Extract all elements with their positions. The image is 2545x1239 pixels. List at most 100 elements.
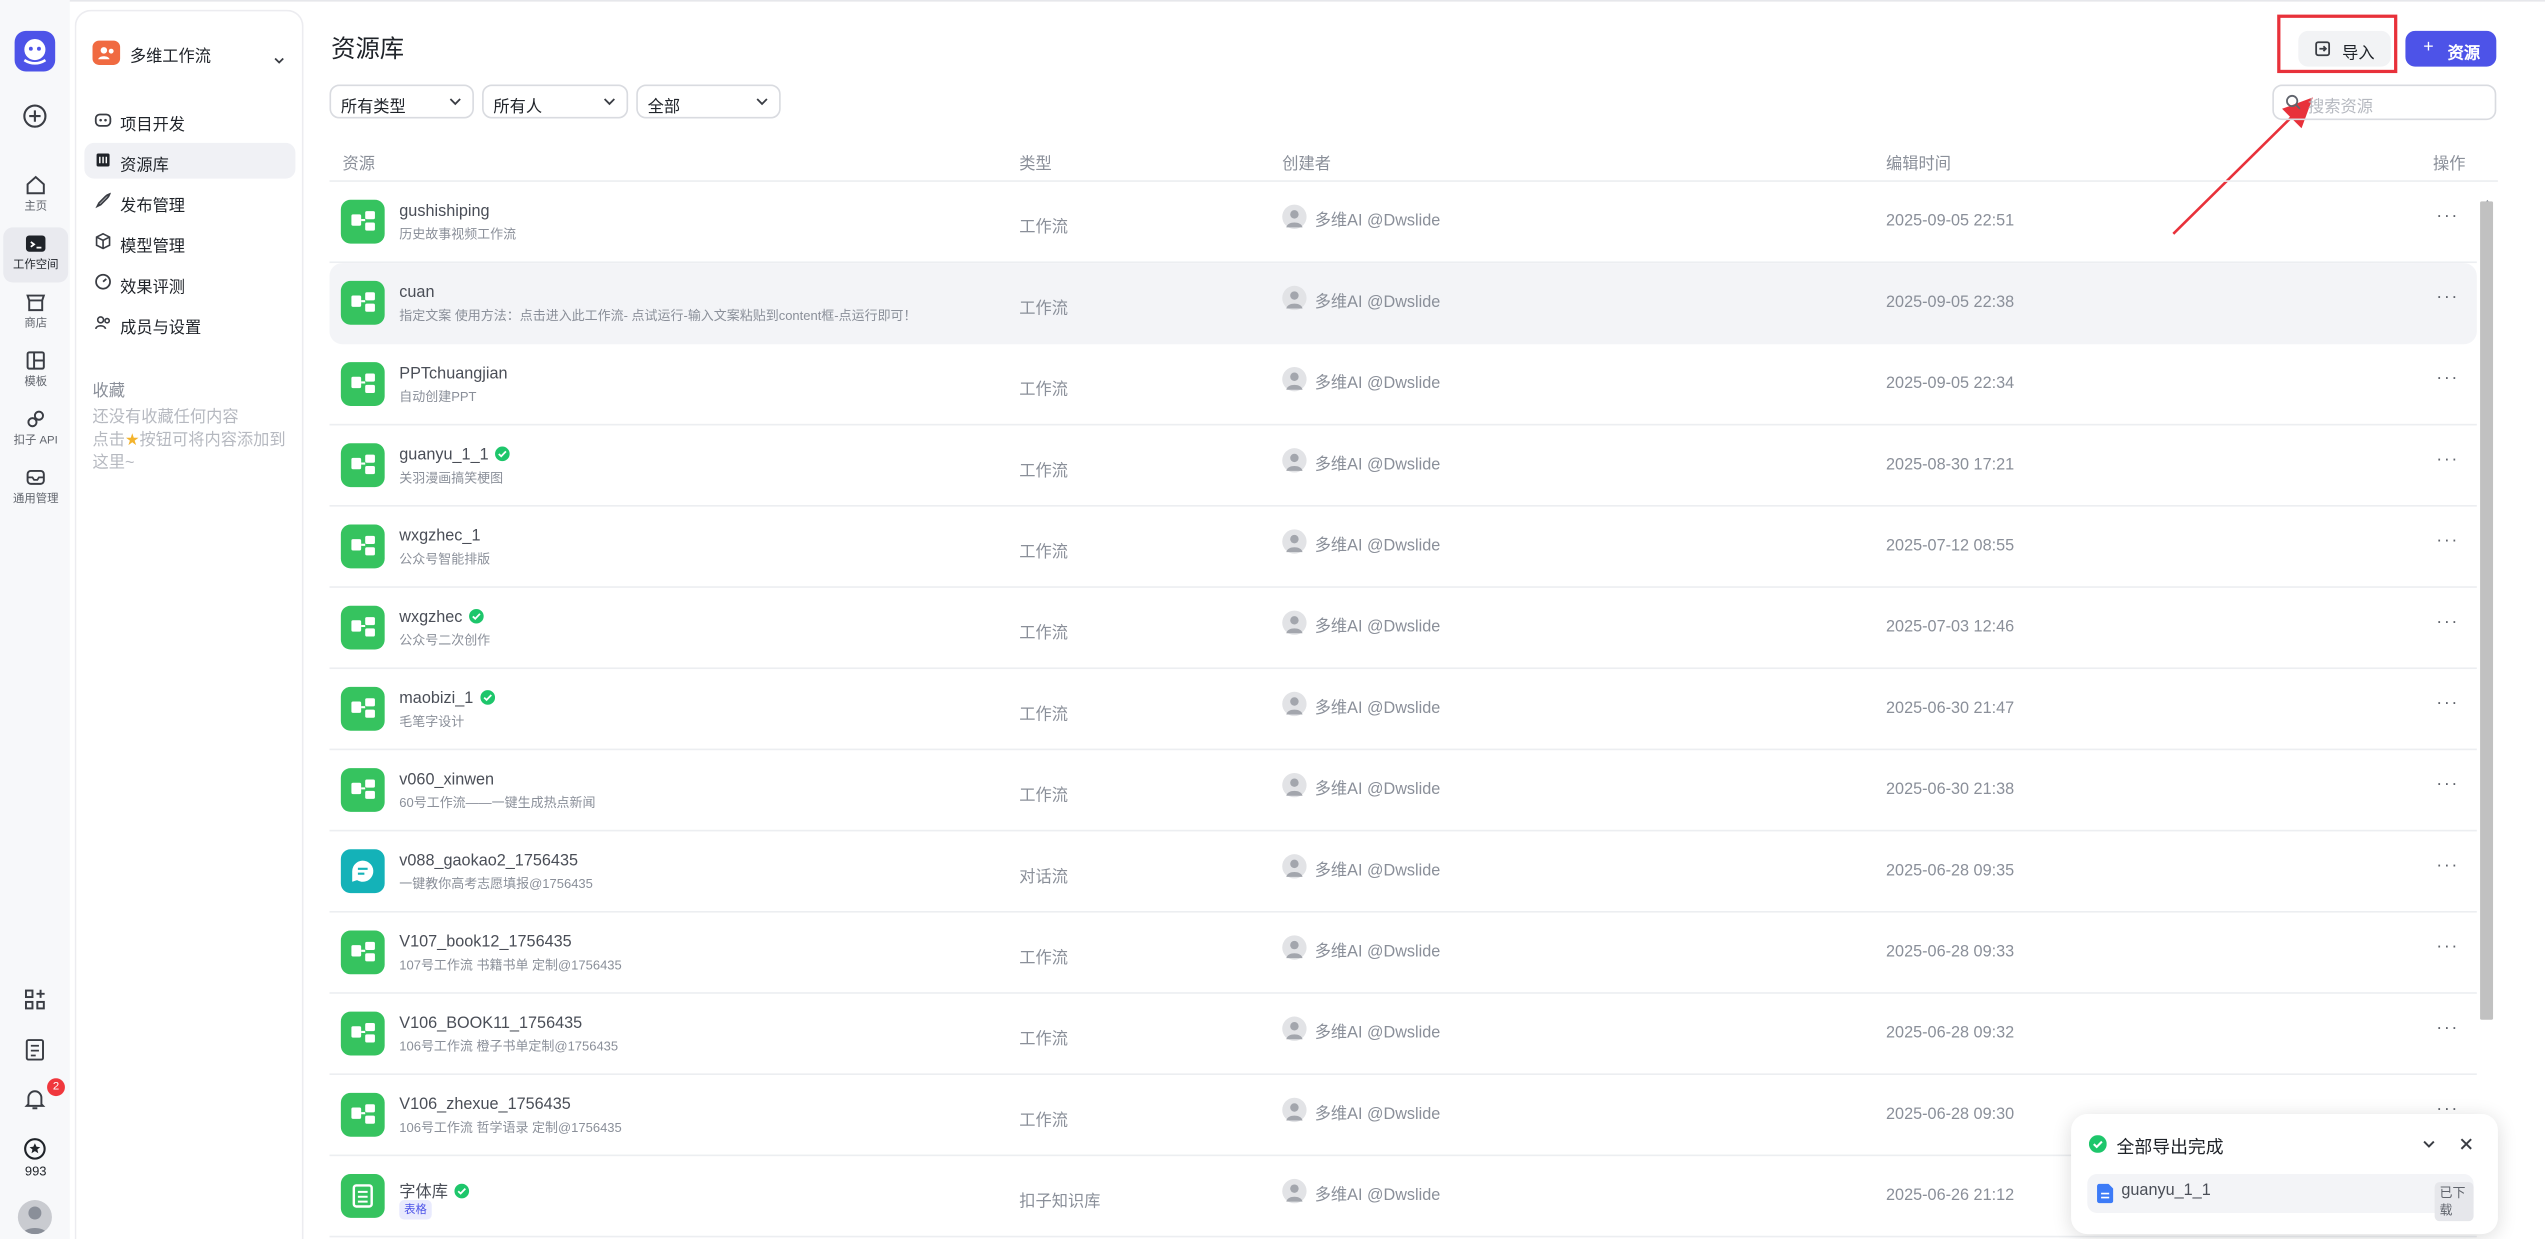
resource-name[interactable]: cuan	[399, 284, 434, 302]
filter-value: 全部	[647, 99, 681, 117]
resource-name-text: V107_book12_1756435	[399, 933, 572, 952]
scrollbar-thumb[interactable]	[2480, 201, 2494, 1020]
table-row[interactable]: wxgzhec 公众号二次创作 工作流 多维AI @Dwslide 2025-07-03…	[329, 588, 2477, 670]
creator-avatar	[1282, 691, 1307, 717]
more-actions-icon[interactable]: ···	[2436, 450, 2459, 469]
workspace-switch-chevron-icon[interactable]	[273, 45, 286, 74]
points-star-icon[interactable]	[23, 1137, 47, 1161]
filter-type-select[interactable]: 所有类型	[329, 84, 474, 119]
resource-name[interactable]: v088_gaokao2_1756435	[399, 853, 578, 871]
resource-name[interactable]: gushishiping	[399, 203, 489, 221]
resource-type: 工作流	[1019, 543, 1068, 562]
table-row[interactable]: wxgzhec_1 公众号智能排版 工作流 多维AI @Dwslide 2025-07-…	[329, 507, 2477, 588]
more-actions-icon[interactable]: ···	[2436, 1018, 2459, 1037]
resource-description: 60号工作流——一键生成热点新闻	[399, 795, 596, 811]
close-icon[interactable]	[2459, 1137, 2474, 1152]
filter-status-select[interactable]: 全部	[636, 84, 781, 119]
library-icon	[96, 153, 110, 167]
resource-name-text: PPTchuangjian	[399, 365, 508, 384]
resource-name[interactable]: wxgzhec	[399, 608, 484, 627]
verified-check-icon	[495, 446, 510, 462]
table-row[interactable]: v088_gaokao2_1756435 一键教你高考志愿填报@1756435 对话…	[329, 831, 2477, 913]
more-actions-icon[interactable]: ···	[2436, 612, 2459, 631]
more-actions-icon[interactable]: ···	[2436, 856, 2459, 875]
table-row[interactable]: cuan 指定文案 使用方法：点击进入此工作流- 点试运行-输入文案粘贴到cont…	[329, 263, 2477, 345]
search-input[interactable]: 搜索资源	[2272, 84, 2497, 121]
rail-api[interactable]: 扣子 API	[3, 403, 68, 458]
resource-name[interactable]: PPTchuangjian	[399, 365, 507, 383]
table-row[interactable]: V106_BOOK11_1756435 106号工作流 橙子书单定制@175643…	[329, 994, 2477, 1075]
resource-creator: 多维AI @Dwslide	[1314, 456, 1441, 475]
resource-description: 107号工作流 书籍书单 定制@1756435	[399, 958, 622, 973]
column-header-type: 类型	[1019, 155, 1052, 174]
app-logo[interactable]	[14, 30, 56, 72]
resource-edit-time: 2025-06-28 09:30	[1886, 1105, 2015, 1124]
table-row[interactable]: guanyu_1_1 关羽漫画搞笑梗图 工作流 多维AI @Dwslide 2025-0…	[329, 425, 2477, 507]
exported-file-item[interactable]: guanyu_1_1 已下载	[2087, 1174, 2474, 1222]
nav-release-management[interactable]: 发布管理	[84, 183, 295, 219]
filter-value: 所有人	[493, 99, 543, 117]
filter-owner-select[interactable]: 所有人	[482, 84, 629, 119]
resource-type: 工作流	[1019, 1112, 1068, 1131]
verified-check-icon	[468, 608, 484, 624]
resource-type: 工作流	[1019, 300, 1068, 319]
user-avatar[interactable]	[17, 1200, 52, 1235]
resource-creator: 多维AI @Dwslide	[1314, 1024, 1441, 1043]
apps-grid-icon[interactable]	[23, 987, 47, 1011]
resource-edit-time: 2025-06-30 21:38	[1886, 781, 2015, 799]
inbox-icon	[26, 469, 45, 485]
rail-store[interactable]: 商店	[3, 286, 68, 341]
resource-description: 历史故事视频工作流	[399, 227, 517, 242]
rail-workspace[interactable]: 工作空间	[3, 227, 69, 283]
resource-name[interactable]: V107_book12_1756435	[399, 934, 571, 952]
nav-evaluation[interactable]: 效果评测	[84, 265, 295, 301]
resource-name[interactable]: 字体库	[399, 1177, 470, 1202]
nav-model-management[interactable]: 模型管理	[84, 224, 295, 260]
table-row[interactable]: gushishiping 历史故事视频工作流 工作流 多维AI @Dwslide 202…	[329, 182, 2477, 264]
favorites-empty-text: 点击	[92, 431, 125, 450]
bell-icon[interactable]	[23, 1086, 47, 1110]
resource-name[interactable]: wxgzhec_1	[399, 528, 480, 546]
resource-name[interactable]: maobizi_1	[399, 690, 495, 708]
table-row[interactable]: V107_book12_1756435 107号工作流 书籍书单 定制@17564…	[329, 913, 2477, 994]
favorites-empty-line: 点击★按钮可将内容添加到	[93, 430, 301, 453]
export-toast: 全部导出完成 guanyu_1_1 已下载	[2071, 1113, 2498, 1235]
create-plus-icon[interactable]	[21, 102, 49, 130]
nav-resource-library[interactable]: 资源库	[84, 142, 296, 179]
rail-general-admin[interactable]: 通用管理	[3, 461, 68, 516]
resource-name[interactable]: guanyu_1_1	[399, 446, 510, 464]
workspace-name[interactable]: 多维工作流	[130, 42, 211, 67]
collapse-chevron-icon[interactable]	[2422, 1137, 2437, 1152]
resource-name[interactable]: v060_xinwen	[399, 771, 494, 789]
template-icon	[26, 351, 45, 370]
more-actions-icon[interactable]: ···	[2436, 206, 2459, 225]
new-resource-button[interactable]: + 资源	[2405, 30, 2497, 67]
more-actions-icon[interactable]: ···	[2436, 775, 2459, 794]
nav-project-dev[interactable]: 项目开发	[84, 102, 295, 138]
rail-label: 工作空间	[12, 259, 59, 272]
resource-creator: 多维AI @Dwslide	[1314, 212, 1441, 231]
creator-avatar	[1282, 610, 1307, 635]
rail-label: 主页	[24, 201, 48, 213]
more-actions-icon[interactable]: ···	[2436, 937, 2459, 956]
rail-home[interactable]: 主页	[3, 169, 68, 224]
table-row[interactable]: PPTchuangjian 自动创建PPT 工作流 多维AI @Dwslide 2025…	[329, 344, 2477, 426]
table-row[interactable]: v060_xinwen 60号工作流——一键生成热点新闻 工作流 多维AI @Dwsl…	[329, 750, 2477, 832]
resource-tag: 表格	[399, 1200, 432, 1220]
resource-creator: 多维AI @Dwslide	[1314, 537, 1441, 556]
api-icon	[27, 410, 44, 428]
resource-description: 指定文案 使用方法：点击进入此工作流- 点试运行-输入文案粘贴到content框…	[399, 308, 917, 324]
resource-name[interactable]: V106_zhexue_1756435	[399, 1096, 570, 1114]
more-actions-icon[interactable]: ···	[2436, 693, 2459, 712]
resource-name-text: V106_BOOK11_1756435	[399, 1014, 583, 1033]
resource-creator: 多维AI @Dwslide	[1314, 781, 1441, 799]
resource-name[interactable]: V106_BOOK11_1756435	[399, 1015, 582, 1033]
more-actions-icon[interactable]: ···	[2436, 369, 2459, 388]
more-actions-icon[interactable]: ···	[2436, 531, 2459, 550]
creator-avatar	[1282, 854, 1307, 879]
nav-members-settings[interactable]: 成员与设置	[84, 305, 295, 341]
document-icon[interactable]	[23, 1038, 47, 1062]
rail-templates[interactable]: 模板	[3, 344, 68, 399]
table-row[interactable]: maobizi_1 毛笔字设计 工作流 多维AI @Dwslide 2025-06-30…	[329, 669, 2477, 751]
more-actions-icon[interactable]: ···	[2436, 287, 2459, 306]
